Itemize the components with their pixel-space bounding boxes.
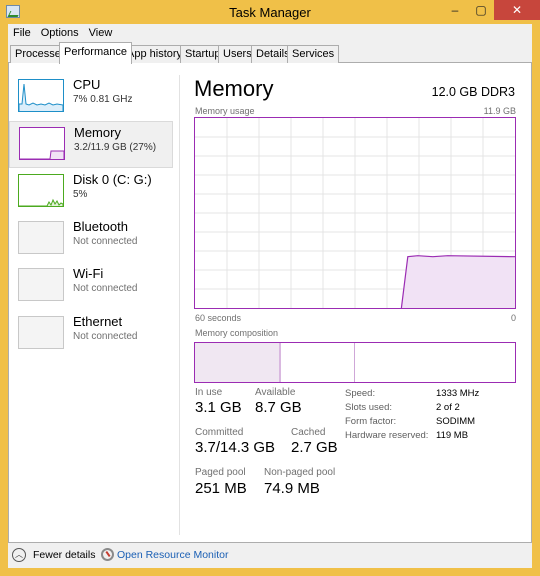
sidebar-divider (179, 75, 180, 535)
task-manager-window: Task Manager – ▢ ✕ File Options View Pro… (0, 0, 540, 576)
menu-view[interactable]: View (84, 24, 118, 42)
cached-label: Cached (291, 427, 326, 438)
paged-pool-label: Paged pool (195, 467, 246, 478)
in-use-value: 3.1 GB (195, 399, 242, 416)
sidebar-item-detail: Not connected (73, 283, 138, 294)
ethernet-thumbnail-graph (18, 316, 64, 349)
sidebar-item-detail: 3.2/11.9 GB (27%) (74, 142, 157, 153)
sidebar-item-label: Memory (74, 125, 121, 140)
sidebar-item-ethernet[interactable]: Ethernet Not connected (9, 311, 173, 358)
slots-used-value: 2 of 2 (436, 402, 460, 413)
slots-used-label: Slots used: (345, 402, 392, 413)
menu-options[interactable]: Options (36, 24, 84, 42)
non-paged-pool-value: 74.9 MB (264, 480, 320, 497)
sidebar-item-disk-0[interactable]: Disk 0 (C: G:) 5% (9, 169, 173, 216)
sidebar-item-label: Disk 0 (C: G:) (73, 172, 152, 187)
footer-bar: ︿ Fewer details Open Resource Monitor (8, 543, 532, 568)
chevron-up-icon[interactable]: ︿ (12, 548, 26, 562)
committed-label: Committed (195, 427, 244, 438)
speed-value: 1333 MHz (436, 388, 480, 399)
memory-usage-chart (195, 118, 515, 308)
memory-usage-graph (194, 117, 516, 309)
cpu-thumbnail-graph (18, 79, 64, 112)
sidebar-item-label: Bluetooth (73, 219, 128, 234)
sidebar-item-label: CPU (73, 77, 101, 92)
memory-thumbnail-graph (19, 127, 65, 160)
hardware-reserved-label: Hardware reserved: (345, 430, 429, 441)
memory-composition-bar (194, 342, 516, 383)
composition-in-use (195, 343, 281, 382)
disk-thumbnail-graph (18, 174, 64, 207)
maximize-button[interactable]: ▢ (468, 0, 494, 20)
wi-fi-thumbnail-graph (18, 268, 64, 301)
tab-strip: Processes Performance App history Startu… (8, 42, 532, 64)
sidebar-item-bluetooth[interactable]: Bluetooth Not connected (9, 216, 173, 263)
sidebar-item-wi-fi[interactable]: Wi-Fi Not connected (9, 263, 173, 310)
memory-spec: 12.0 GB DDR3 (431, 85, 515, 99)
hardware-reserved-value: 119 MB (436, 430, 469, 441)
sidebar-item-detail: 5% (73, 189, 88, 200)
menu-file[interactable]: File (8, 24, 36, 42)
client-area: File Options View Processes Performance … (8, 24, 532, 568)
close-button[interactable]: ✕ (494, 0, 540, 20)
minimize-button[interactable]: – (442, 0, 468, 20)
sidebar-item-label: Wi-Fi (73, 266, 104, 281)
available-label: Available (255, 387, 296, 398)
tab-services[interactable]: Services (287, 45, 340, 63)
open-resource-monitor-link[interactable]: Open Resource Monitor (117, 549, 228, 561)
paged-pool-value: 251 MB (195, 480, 247, 497)
sidebar-item-detail: Not connected (73, 331, 138, 342)
fewer-details-button[interactable]: Fewer details (33, 549, 95, 561)
graph-time-right: 0 (510, 313, 516, 323)
tab-performance[interactable]: Performance (59, 42, 132, 64)
memory-usage-area (401, 255, 515, 308)
graph-time-left: 60 seconds (195, 313, 242, 323)
cached-value: 2.7 GB (291, 439, 338, 456)
form-factor-label: Form factor: (345, 416, 397, 427)
performance-panel: CPU 7% 0.81 GHz Memory 3.2/11.9 GB (27%) (8, 63, 532, 543)
form-factor-value: SODIMM (436, 416, 476, 427)
usage-graph-label: Memory usage (195, 106, 255, 116)
sidebar-item-detail: 7% 0.81 GHz (73, 94, 133, 105)
page-title: Memory (194, 76, 274, 101)
sidebar-item-label: Ethernet (73, 314, 123, 329)
in-use-label: In use (195, 387, 223, 398)
resource-monitor-icon (101, 548, 114, 561)
committed-value: 3.7/14.3 GB (195, 439, 276, 456)
composition-free (356, 343, 515, 382)
available-value: 8.7 GB (255, 399, 302, 416)
title-bar[interactable]: Task Manager – ▢ ✕ (0, 0, 540, 24)
memory-detail-pane: Memory 12.0 GB DDR3 Memory usage 11.9 GB… (187, 63, 523, 541)
non-paged-pool-label: Non-paged pool (264, 467, 336, 478)
sidebar-item-detail: Not connected (73, 236, 138, 247)
usage-graph-max: 11.9 GB (483, 106, 516, 116)
menu-bar: File Options View (8, 24, 532, 42)
resource-sidebar: CPU 7% 0.81 GHz Memory 3.2/11.9 GB (27%) (9, 63, 175, 541)
speed-label: Speed: (345, 388, 376, 399)
composition-label: Memory composition (195, 328, 279, 338)
sidebar-item-memory[interactable]: Memory 3.2/11.9 GB (27%) (9, 121, 173, 168)
bluetooth-thumbnail-graph (18, 221, 64, 254)
composition-modified-standby (283, 343, 355, 382)
sidebar-item-cpu[interactable]: CPU 7% 0.81 GHz (9, 74, 173, 121)
